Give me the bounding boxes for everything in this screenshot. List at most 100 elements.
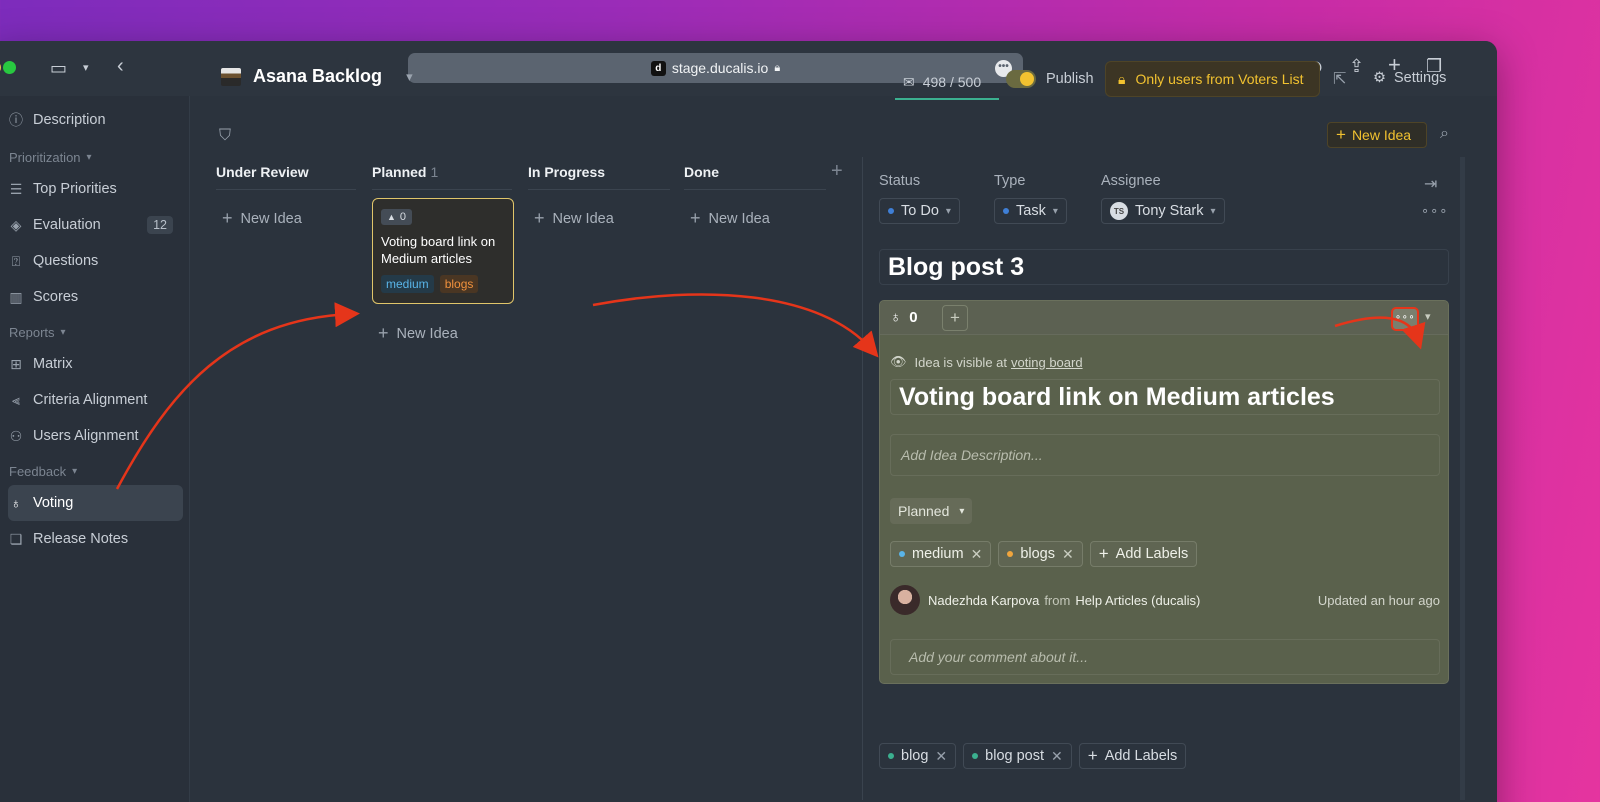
info-icon: ⓘ [9, 112, 23, 128]
status-value: To Do [901, 203, 939, 219]
new-idea-planned[interactable]: + New Idea [378, 323, 458, 344]
idea-label-chip[interactable]: medium ✕ [890, 541, 992, 567]
sidebar-toggle-icon[interactable]: ▭ [50, 58, 67, 78]
idea-author-row: Nadezhda Karpova from Help Articles (duc… [890, 585, 1440, 615]
sidebar-item-scores[interactable]: ▥ Scores [8, 279, 183, 315]
sidebar-item-top-priorities[interactable]: ☰ Top Priorities [8, 171, 183, 207]
share-icon[interactable]: ⇪ [1349, 56, 1364, 76]
close-icon[interactable]: ✕ [935, 748, 947, 765]
idea-visibility: 👁︎ Idea is visible at voting board [890, 354, 1083, 370]
sidebar-item-questions[interactable]: ⍰ Questions [8, 243, 183, 279]
new-idea-label: New Idea [1351, 127, 1412, 143]
lock-icon: 🔒︎ [1118, 70, 1126, 87]
sidebar-item-criteria-alignment[interactable]: ⫷ Criteria Alignment [8, 382, 183, 418]
scores-icon: ▥ [9, 288, 23, 305]
sidebar-item-matrix[interactable]: ⊞ Matrix [8, 346, 183, 382]
close-icon[interactable]: ✕ [971, 546, 983, 563]
back-icon[interactable]: ‹ [117, 56, 124, 76]
project-switcher[interactable]: Asana Backlog ▾ [221, 66, 413, 87]
notes-icon: ❏ [9, 530, 23, 547]
column-title: In Progress [528, 164, 606, 180]
vote-chip[interactable]: ▲ 0 [381, 209, 413, 225]
add-labels-button[interactable]: + Add Labels [1078, 743, 1187, 769]
sidebar-item-voting[interactable]: ♁ Voting [8, 485, 183, 521]
type-dropdown[interactable]: Task ▾ [994, 198, 1067, 224]
section-reports[interactable]: Reports ▾ [9, 325, 66, 340]
evaluation-count-badge: 12 [147, 216, 173, 234]
new-idea-in-progress[interactable]: + New Idea [534, 208, 614, 229]
sidebar-item-users-alignment[interactable]: ⚇ Users Alignment [8, 418, 183, 454]
comment-input[interactable]: Add your comment about it... [890, 639, 1440, 675]
more-options-icon[interactable]: ∘∘∘ [1421, 203, 1448, 219]
lock-icon: 🔒︎ [774, 61, 781, 74]
label-dot [888, 753, 894, 759]
chevron-down-icon: ▾ [1052, 205, 1058, 217]
idea-header: ♁ 0 + ∘∘∘ ▾ [880, 301, 1448, 335]
chevron-down-icon: ▾ [406, 68, 413, 84]
bulb-icon: ♁ [10, 495, 22, 511]
section-prioritization[interactable]: Prioritization ▾ [9, 150, 92, 165]
close-icon[interactable]: ✕ [1051, 748, 1063, 765]
search-icon[interactable]: ⌕ [1440, 125, 1449, 143]
chevron-down-icon: ▾ [72, 466, 78, 477]
minimize-window-button[interactable] [0, 61, 1, 74]
upvote-icon: ▲ [387, 212, 396, 222]
task-label-chip[interactable]: blog ✕ [879, 743, 957, 769]
url-text: stage.ducalis.io [671, 60, 769, 76]
chevron-down-icon[interactable]: ▾ [83, 58, 89, 78]
zoom-window-button[interactable] [3, 61, 16, 74]
votes-count: 498 / 500 [922, 74, 982, 90]
idea-status-value: Planned [898, 503, 950, 519]
close-icon[interactable]: ✕ [1062, 546, 1074, 563]
collapse-panel-icon[interactable]: ⇥ [1424, 174, 1437, 194]
new-idea-label: New Idea [552, 210, 614, 227]
chevron-down-icon: ▾ [86, 152, 92, 163]
votes-counter[interactable]: ✉ 498 / 500 [895, 66, 999, 100]
sidebar-item-description[interactable]: ⓘ Description [8, 102, 183, 138]
bulb-icon: ♁ [890, 309, 902, 326]
publish-toggle[interactable] [1006, 70, 1036, 88]
card-title: Voting board link on Medium articles [381, 234, 496, 266]
sidebar-item-label: Scores [33, 289, 79, 305]
idea-label-chip[interactable]: blogs ✕ [998, 541, 1083, 567]
sidebar-item-label: Matrix [33, 356, 73, 372]
assignee-value: Tony Stark [1135, 203, 1204, 219]
new-idea-button[interactable]: + New Idea [1327, 122, 1427, 148]
add-column-icon[interactable]: + [831, 160, 843, 183]
card-tag: medium [381, 275, 434, 293]
idea-title[interactable]: Voting board link on Medium articles [890, 379, 1440, 415]
section-feedback[interactable]: Feedback ▾ [9, 464, 77, 479]
task-label-chip[interactable]: blog post ✕ [963, 743, 1072, 769]
voters-access-button[interactable]: 🔒︎ Only users from Voters List [1105, 61, 1320, 97]
idea-labels: medium ✕ blogs ✕ + Add Labels [890, 541, 1198, 567]
task-labels: blog ✕ blog post ✕ + Add Labels [879, 743, 1187, 769]
idea-more-options-button[interactable]: ∘∘∘ [1391, 307, 1419, 331]
filter-icon[interactable]: ⛉ [219, 127, 231, 145]
status-dropdown[interactable]: To Do ▾ [879, 198, 960, 224]
idea-status-dropdown[interactable]: Planned ▾ [890, 498, 973, 524]
column-title: Under Review [216, 164, 309, 180]
chevron-down-icon: ▾ [60, 327, 66, 338]
sidebar-item-label: Top Priorities [33, 181, 117, 197]
label-name: blog post [985, 748, 1045, 764]
status-dot [888, 208, 894, 214]
external-link-icon[interactable]: ⇱ [1333, 69, 1346, 89]
idea-description-field[interactable]: Add Idea Description... [890, 434, 1440, 476]
sidebar-item-evaluation[interactable]: ◈ Evaluation 12 [8, 207, 183, 243]
settings-button[interactable]: ⚙ Settings [1373, 70, 1446, 86]
voting-board-link[interactable]: voting board [1011, 355, 1083, 370]
users-icon: ⚇ [9, 427, 23, 444]
assignee-dropdown[interactable]: TS Tony Stark ▾ [1101, 198, 1225, 224]
sidebar-item-label: Evaluation [33, 217, 101, 233]
sidebar-item-release-notes[interactable]: ❏ Release Notes [8, 521, 183, 557]
add-vote-button[interactable]: + [942, 305, 968, 331]
idea-card[interactable]: ▲ 0 Voting board link on Medium articles… [372, 198, 514, 304]
new-idea-under-review[interactable]: + New Idea [222, 208, 302, 229]
new-idea-done[interactable]: + New Idea [690, 208, 770, 229]
add-labels-button[interactable]: + Add Labels [1089, 541, 1198, 567]
idea-source[interactable]: Help Articles (ducalis) [1075, 593, 1200, 608]
panel-scrollbar[interactable] [1460, 157, 1465, 800]
plus-icon: + [690, 208, 701, 228]
chevron-down-icon[interactable]: ▾ [1425, 310, 1431, 323]
task-title[interactable]: Blog post 3 [879, 249, 1449, 285]
